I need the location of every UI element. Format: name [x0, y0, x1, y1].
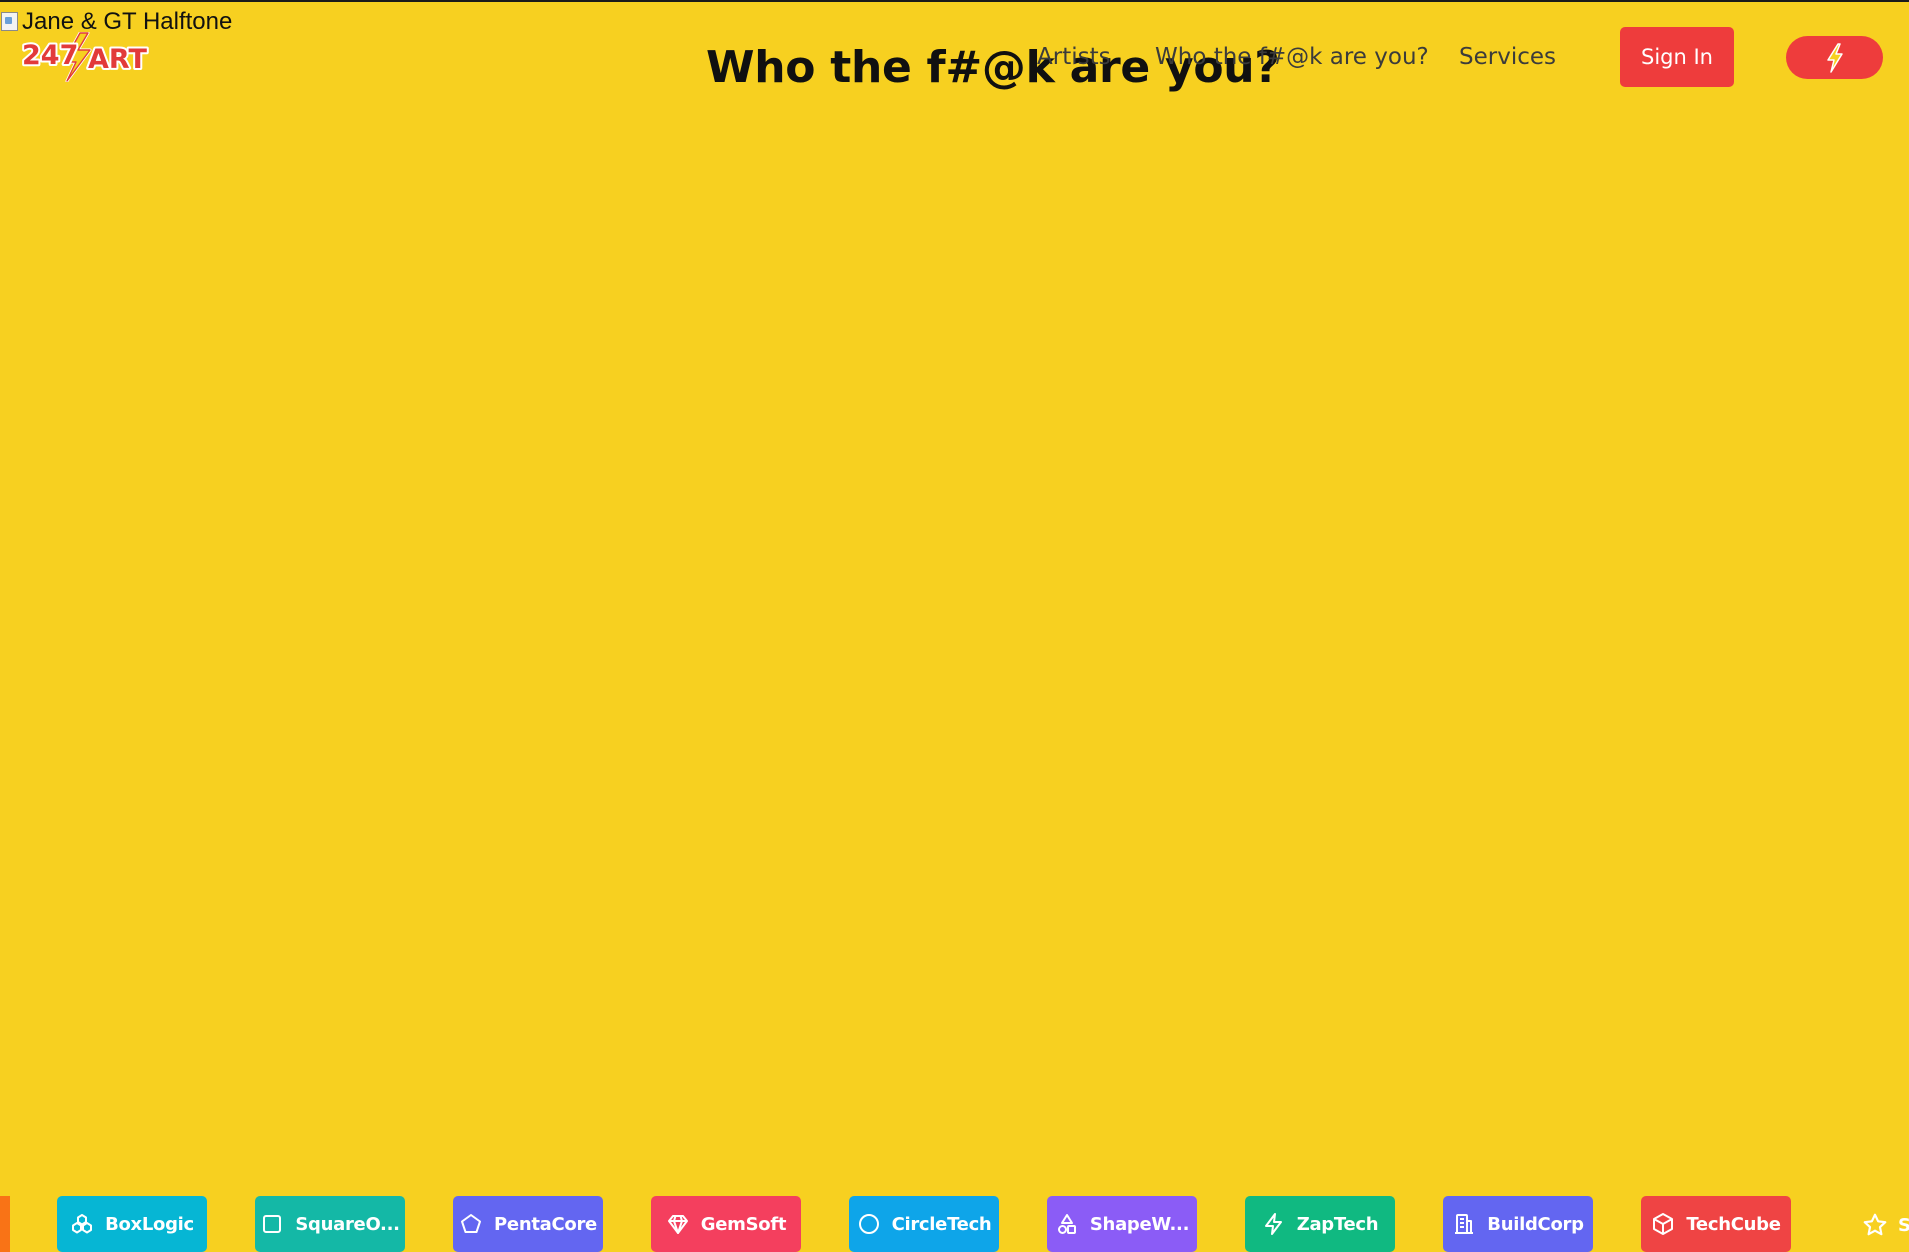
partner-chip-label: BuildCorp	[1487, 1213, 1584, 1235]
partner-chip-label: ZapTech	[1296, 1213, 1379, 1235]
lightning-bolt-icon	[1826, 42, 1843, 73]
broken-image-icon	[0, 11, 20, 33]
sign-in-label: Sign In	[1641, 45, 1713, 69]
quick-action-button[interactable]	[1786, 36, 1883, 79]
square-icon	[263, 1215, 282, 1233]
nav-item-who-are-you[interactable]: Who the f#@k are you?	[1155, 44, 1429, 74]
partner-chip-label: GemSoft	[700, 1213, 787, 1235]
partner-chip-label: CircleTech	[891, 1213, 992, 1235]
brand-logo-mark: 247 ART	[20, 31, 149, 83]
partner-chip-label: BoxLogic	[105, 1213, 194, 1235]
partner-chip-techcube[interactable]: TechCube	[1641, 1196, 1791, 1252]
star-icon	[1863, 1213, 1887, 1236]
partner-chip-label: SquareO...	[295, 1213, 400, 1235]
partner-chip-squareo[interactable]: SquareO...	[255, 1196, 405, 1252]
partner-chip-zaptech[interactable]: ZapTech	[1245, 1196, 1395, 1252]
partner-chip-pentacore[interactable]: PentaCore	[453, 1196, 603, 1252]
partner-chip-partial[interactable]: S	[1862, 1210, 1909, 1240]
logo-word-art: ART	[88, 44, 147, 75]
partner-chip-label: PentaCore	[494, 1213, 597, 1235]
building-icon	[1455, 1214, 1474, 1234]
pentagon-icon	[461, 1214, 482, 1233]
gem-icon	[667, 1215, 688, 1234]
sign-in-button[interactable]: Sign In	[1620, 27, 1734, 87]
zap-icon	[1264, 1213, 1282, 1235]
partner-chip-boxlogic[interactable]: BoxLogic	[57, 1196, 207, 1252]
partner-chip-buildcorp[interactable]: BuildCorp	[1443, 1196, 1593, 1252]
partner-chip-label: S	[1898, 1214, 1909, 1236]
partner-chip-shapew[interactable]: ShapeW...	[1047, 1196, 1197, 1252]
nav-item-services[interactable]: Services	[1459, 44, 1556, 74]
nav-item-artists[interactable]: Artists	[1037, 44, 1111, 74]
top-border	[0, 0, 1909, 2]
partner-chip-circletech[interactable]: CircleTech	[849, 1196, 999, 1252]
circle-icon	[858, 1214, 879, 1234]
brand-logo[interactable]: 247 ART	[20, 31, 152, 83]
partner-ticker: BoxLogic SquareO... PentaCore GemSoft Ci…	[0, 1196, 1909, 1252]
cube-icon	[1653, 1213, 1674, 1235]
partner-chip-label: ShapeW...	[1089, 1213, 1190, 1235]
logo-digits-247: 247	[22, 40, 78, 71]
boxes-icon	[72, 1214, 93, 1234]
partner-chip-label: TechCube	[1686, 1213, 1781, 1235]
ticker-partial-chip	[0, 1196, 10, 1252]
shapes-icon	[1057, 1214, 1076, 1234]
partner-chip-gemsoft[interactable]: GemSoft	[651, 1196, 801, 1252]
